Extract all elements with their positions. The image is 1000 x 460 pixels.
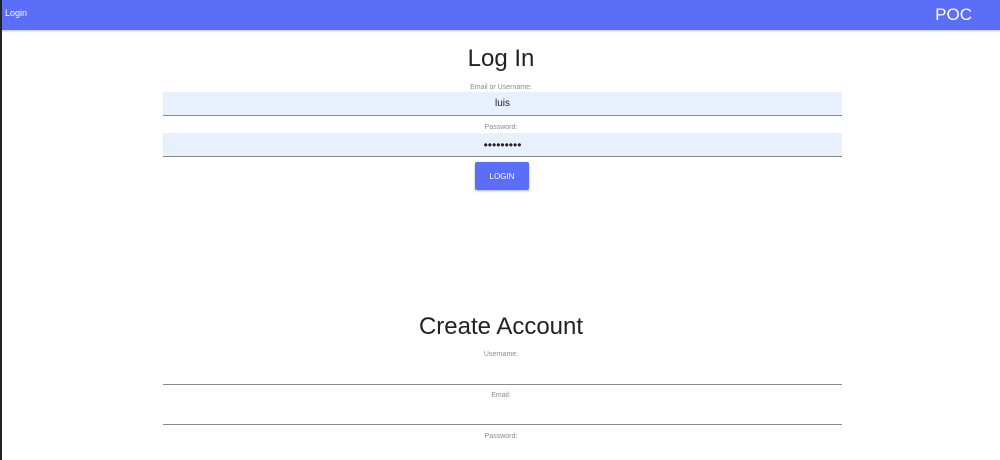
login-button[interactable]: LOGIN (475, 162, 529, 190)
login-title: Log In (467, 45, 535, 72)
login-username-input[interactable] (163, 92, 842, 116)
app-frame: Login POC Log In Email or Username: Pass… (0, 0, 1000, 460)
login-username-label: Email or Username: (470, 84, 532, 91)
create-username-input[interactable] (163, 361, 842, 385)
create-username-label: Username: (483, 351, 519, 358)
create-password-label: Password: (484, 433, 518, 440)
create-email-label: Email: (491, 392, 511, 399)
app-brand: POC (935, 5, 972, 24)
login-password-input[interactable] (163, 133, 842, 157)
top-app-bar: Login POC (2, 0, 1000, 30)
create-account-title: Create Account (418, 313, 584, 340)
nav-login-link[interactable]: Login (5, 8, 27, 18)
login-password-label: Password: (484, 124, 518, 131)
create-email-input[interactable] (163, 401, 842, 425)
